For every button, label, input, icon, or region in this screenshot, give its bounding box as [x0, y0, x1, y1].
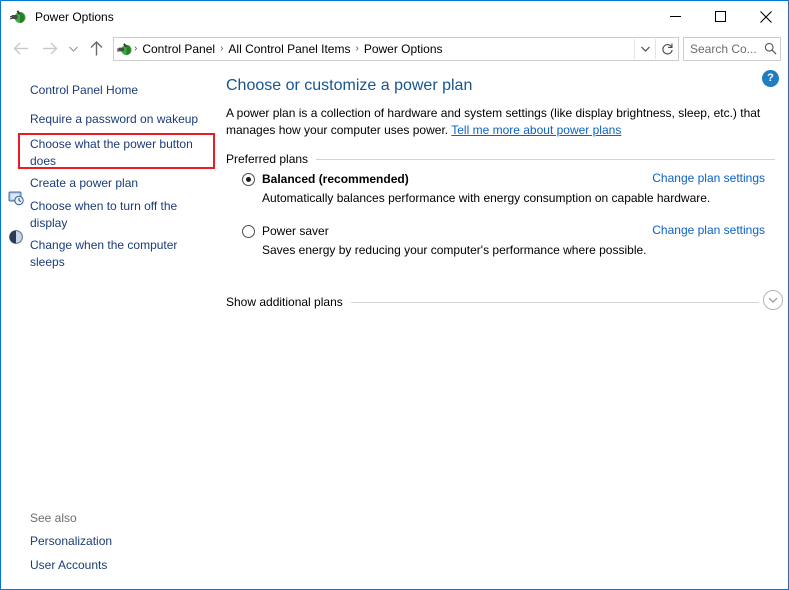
plan-item-power-saver: Power saver Saves energy by reducing you…: [242, 223, 775, 258]
sidebar-item-choose-power-button-does[interactable]: Choose what the power button does: [30, 136, 200, 170]
breadcrumb: › Control Panel › All Control Panel Item…: [133, 39, 634, 59]
chevron-down-icon: [68, 46, 78, 52]
sidebar: Control Panel Home Require a password on…: [1, 65, 216, 589]
title-bar: Power Options: [1, 1, 788, 32]
search-input[interactable]: Search Co...: [690, 42, 760, 56]
sidebar-item-change-when-computer-sleeps[interactable]: Change when the computer sleeps: [30, 237, 202, 271]
show-additional-plans-label: Show additional plans: [226, 295, 343, 309]
plan-description: Saves energy by reducing your computer's…: [262, 243, 647, 257]
page-title: Choose or customize a power plan: [226, 77, 473, 94]
plan-description: Automatically balances performance with …: [262, 191, 711, 205]
power-plug-icon: [10, 8, 27, 25]
address-dropdown-button[interactable]: [634, 38, 655, 59]
breadcrumb-item-all-control-panel-items[interactable]: All Control Panel Items: [224, 39, 354, 59]
back-button[interactable]: [7, 35, 35, 63]
maximize-button[interactable]: [698, 1, 743, 32]
refresh-button[interactable]: [655, 38, 678, 59]
monitor-clock-icon: [8, 190, 24, 206]
maximize-icon: [715, 11, 726, 22]
header-rule: [316, 158, 775, 160]
power-plug-icon: [117, 41, 133, 57]
sidebar-item-choose-when-turn-off-display[interactable]: Choose when to turn off the display: [30, 198, 202, 232]
breadcrumb-item-power-options[interactable]: Power Options: [360, 39, 447, 59]
back-arrow-icon: [13, 42, 28, 55]
recent-locations-button[interactable]: [63, 35, 83, 63]
breadcrumb-item-control-panel[interactable]: Control Panel: [138, 39, 219, 59]
chevron-down-icon: [768, 297, 778, 303]
preferred-plans-label: Preferred plans: [226, 152, 309, 166]
plan-item-balanced: Balanced (recommended) Automatically bal…: [242, 171, 775, 206]
search-box[interactable]: Search Co...: [683, 36, 781, 61]
sidebar-item-user-accounts[interactable]: User Accounts: [30, 557, 107, 574]
sidebar-item-create-a-power-plan[interactable]: Create a power plan: [30, 175, 205, 192]
chevron-down-icon: [640, 46, 650, 52]
sidebar-item-control-panel-home[interactable]: Control Panel Home: [30, 82, 205, 99]
minimize-button[interactable]: [653, 1, 698, 32]
page-description: A power plan is a collection of hardware…: [226, 105, 766, 139]
navigation-bar: › Control Panel › All Control Panel Item…: [1, 32, 788, 65]
change-plan-settings-power-saver[interactable]: Change plan settings: [652, 223, 765, 237]
moon-sleep-icon: [8, 229, 24, 245]
close-icon: [759, 10, 772, 23]
radio-power-saver[interactable]: [242, 225, 255, 238]
address-bar[interactable]: › Control Panel › All Control Panel Item…: [113, 36, 679, 61]
close-button[interactable]: [743, 1, 788, 32]
refresh-icon: [661, 43, 673, 55]
up-arrow-icon: [90, 40, 102, 55]
forward-button[interactable]: [35, 35, 63, 63]
forward-arrow-icon: [42, 42, 57, 55]
see-also-label: See also: [30, 511, 77, 525]
minimize-icon: [670, 16, 681, 17]
plan-name: Power saver: [262, 224, 329, 238]
show-additional-plans-header[interactable]: Show additional plans: [226, 295, 759, 309]
sidebar-item-require-password-on-wakeup[interactable]: Require a password on wakeup: [30, 111, 210, 128]
sidebar-item-personalization[interactable]: Personalization: [30, 533, 112, 550]
plan-name: Balanced (recommended): [262, 172, 409, 186]
up-button[interactable]: [83, 35, 109, 63]
window-title: Power Options: [35, 9, 114, 24]
window-controls: [653, 1, 788, 32]
preferred-plans-header: Preferred plans: [226, 152, 775, 166]
content-area: ? Control Panel Home Require a password …: [1, 65, 788, 589]
tell-me-more-link[interactable]: Tell me more about power plans: [451, 123, 621, 137]
main-panel: Choose or customize a power plan A power…: [216, 65, 788, 589]
search-icon: [760, 39, 780, 59]
power-options-window: Power Options › Control Panel › All Cont…: [0, 0, 789, 590]
radio-balanced[interactable]: [242, 173, 255, 186]
header-rule: [350, 301, 759, 303]
expand-additional-plans-button[interactable]: [763, 290, 783, 310]
change-plan-settings-balanced[interactable]: Change plan settings: [652, 171, 765, 185]
